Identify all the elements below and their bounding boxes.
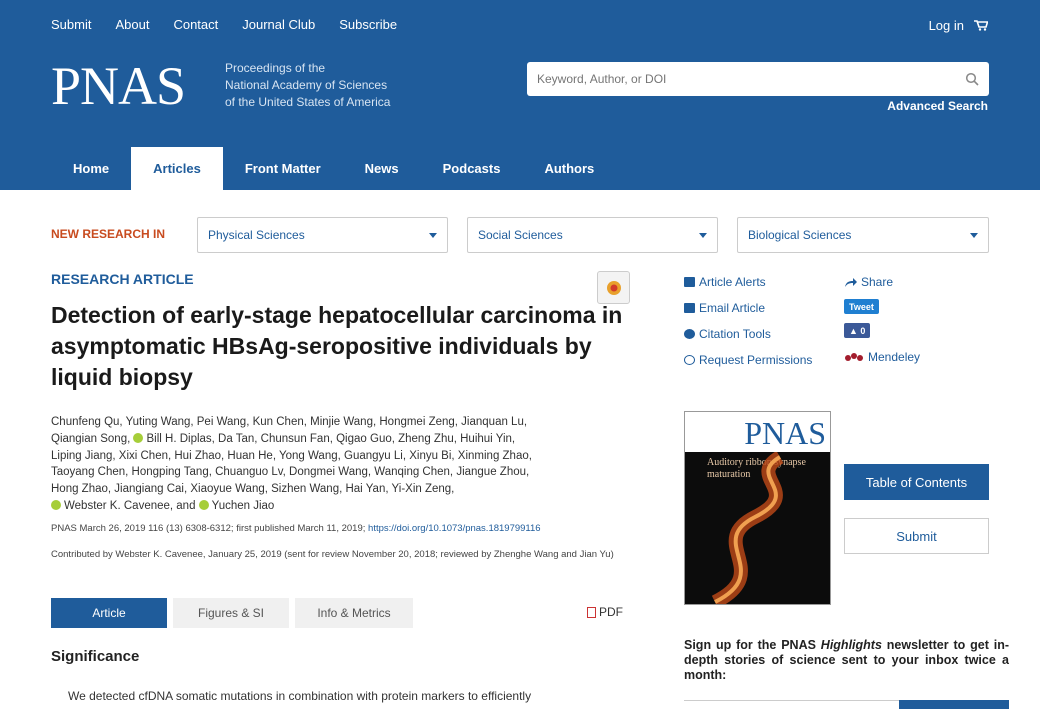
top-nav-journal-club[interactable]: Journal Club [242,17,315,32]
top-nav: Submit About Contact Journal Club Subscr… [51,17,421,32]
pdf-label: PDF [599,605,623,619]
physical-sciences-select[interactable]: Physical Sciences [197,217,448,253]
citation-text: PNAS March 26, 2019 116 (13) 6308-6312; … [51,523,369,534]
citation-tools-link[interactable]: Citation Tools [684,327,771,341]
author-names[interactable]: Qiangian Song, [51,433,133,445]
top-nav-about[interactable]: About [115,17,149,32]
cover-logo: PNAS [685,412,830,452]
chevron-down-icon [699,232,707,238]
search-box [527,62,989,96]
search-input[interactable] [537,72,965,86]
envelope-icon [684,303,695,313]
main-nav: Home Articles Front Matter News Podcasts… [51,147,616,190]
tab-article[interactable]: Article [51,598,167,628]
share-link[interactable]: Share [844,275,893,289]
author-names[interactable]: Yuchen Jiao [212,500,275,512]
article-alerts-link[interactable]: Article Alerts [684,275,766,289]
mendeley-link[interactable]: Mendeley [844,350,920,364]
site-header: Submit About Contact Journal Club Subscr… [0,0,1040,190]
megaphone-icon [684,277,695,287]
author-line: Qiangian Song, Bill H. Diplas, Da Tan, C… [51,431,641,448]
doi-link[interactable]: https://doi.org/10.1073/pnas.1819799116 [368,523,541,534]
author-line[interactable]: Taoyang Chen, Hongping Tang, Chuanguo Lv… [51,464,641,481]
thumbs-up-icon: ▲ [849,325,861,336]
top-nav-contact[interactable]: Contact [173,17,218,32]
main-nav-articles[interactable]: Articles [131,147,223,190]
newsletter-text: Sign up for the PNAS [684,638,821,652]
tool-label: Citation Tools [699,327,771,341]
chevron-down-icon [429,232,437,238]
tweet-label: Tweet [849,301,874,312]
advanced-search-link[interactable]: Advanced Search [887,99,988,113]
author-names[interactable]: Bill H. Diplas, Da Tan, Chunsun Fan, Qig… [146,433,515,445]
mendeley-icon [845,352,863,361]
main-nav-authors[interactable]: Authors [522,147,616,190]
tool-label: Request Permissions [699,353,813,367]
mendeley-label: Mendeley [868,350,921,364]
journal-cover-image[interactable]: PNAS Auditory ribbon synapse maturation [684,411,831,605]
main-nav-news[interactable]: News [343,147,421,190]
email-article-link[interactable]: Email Article [684,301,765,315]
table-of-contents-button[interactable]: Table of Contents [844,464,989,500]
newsletter-prompt: Sign up for the PNAS Highlights newslett… [684,638,1009,683]
select-value: Physical Sciences [208,228,305,242]
pdf-icon [587,606,596,618]
biological-sciences-select[interactable]: Biological Sciences [737,217,989,253]
newsletter-highlights: Highlights [820,638,882,652]
tab-info-metrics[interactable]: Info & Metrics [295,598,413,628]
author-list: Chunfeng Qu, Yuting Wang, Pei Wang, Kun … [51,414,641,515]
like-count: 0 [860,325,866,336]
quote-icon [684,329,695,339]
orcid-icon[interactable] [198,499,209,510]
new-research-label: NEW RESEARCH IN [51,227,166,241]
social-sciences-select[interactable]: Social Sciences [467,217,718,253]
share-arrow-icon [845,277,857,287]
top-nav-submit[interactable]: Submit [51,17,91,32]
tweet-button[interactable]: Tweet [844,299,879,314]
author-names[interactable]: Webster K. Cavenee, and [64,500,199,512]
cart-icon[interactable] [974,20,988,31]
tab-figures[interactable]: Figures & SI [173,598,289,628]
main-nav-podcasts[interactable]: Podcasts [421,147,523,190]
citation-line: PNAS March 26, 2019 116 (13) 6308-6312; … [51,523,641,534]
author-line[interactable]: Liping Jiang, Xixi Chen, Hui Zhao, Huan … [51,448,641,465]
contributed-note: Contributed by Webster K. Cavenee, Janua… [51,549,614,560]
article-type: RESEARCH ARTICLE [51,271,194,287]
orcid-icon[interactable] [133,432,144,443]
author-line[interactable]: Chunfeng Qu, Yuting Wang, Pei Wang, Kun … [51,414,641,431]
tool-label: Article Alerts [699,275,766,289]
submit-button[interactable]: Submit [844,518,989,554]
login-area: Log in [929,18,988,33]
pnas-logo[interactable]: PNAS [51,56,186,116]
author-line: Webster K. Cavenee, and Yuchen Jiao [51,498,641,515]
select-value: Biological Sciences [748,228,852,242]
main-nav-home[interactable]: Home [51,147,131,190]
main-nav-front-matter[interactable]: Front Matter [223,147,343,190]
significance-text: We detected cfDNA somatic mutations in c… [68,689,532,703]
chevron-down-icon [970,232,978,238]
login-link[interactable]: Log in [929,18,964,33]
share-label: Share [861,275,894,289]
tool-label: Email Article [699,301,766,315]
newsletter-email-field[interactable] [684,700,1009,709]
pdf-link[interactable]: PDF [587,605,623,619]
select-value: Social Sciences [478,228,563,242]
site-tagline: Proceedings of the National Academy of S… [225,60,390,111]
copyright-icon [684,355,695,365]
facebook-like-button[interactable]: ▲ 0 [844,323,871,338]
search-icon[interactable] [965,72,979,86]
top-nav-subscribe[interactable]: Subscribe [339,17,397,32]
orcid-icon[interactable] [51,499,61,510]
author-line[interactable]: Hong Zhao, Jiangiang Cai, Xiaoyue Wang, … [51,481,641,498]
article-title: Detection of early-stage hepatocellular … [51,302,623,390]
tagline-line: National Academy of Sciences [225,78,388,92]
tagline-line: of the United States of America [225,95,391,109]
significance-heading: Significance [51,648,140,665]
tagline-line: Proceedings of the [225,61,326,75]
cover-art-image [711,452,784,604]
request-permissions-link[interactable]: Request Permissions [684,353,812,367]
